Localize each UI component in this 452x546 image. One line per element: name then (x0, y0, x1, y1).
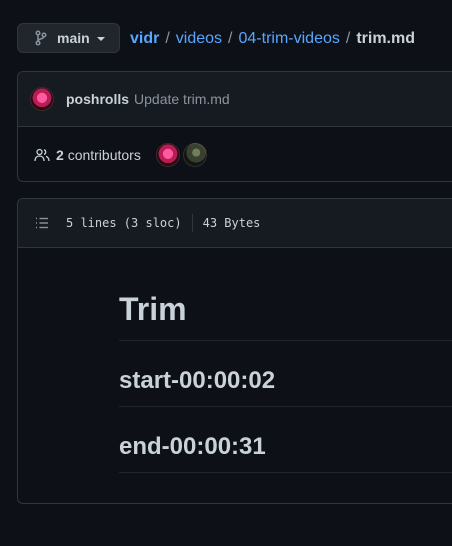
branch-name: main (57, 30, 90, 46)
markdown-heading-h2: end-00:00:31 (119, 407, 452, 473)
contributor-avatars (155, 143, 207, 167)
git-branch-icon (34, 30, 48, 46)
author-avatar[interactable] (30, 87, 54, 111)
people-icon (34, 147, 50, 163)
breadcrumb-separator: / (165, 30, 170, 47)
commit-message-link[interactable]: Update trim.md (134, 91, 230, 107)
breadcrumb: vidr / videos / 04-trim-videos / trim.md (130, 30, 415, 48)
breadcrumb-repo-link[interactable]: vidr (130, 30, 159, 47)
breadcrumb-separator: / (228, 30, 233, 47)
markdown-heading-h1: Trim (119, 247, 452, 341)
file-size-info: 43 Bytes (202, 216, 261, 230)
breadcrumb-trim-videos-link[interactable]: 04-trim-videos (239, 30, 340, 47)
breadcrumb-separator: / (345, 30, 351, 47)
markdown-heading-h2: start-00:00:02 (119, 341, 452, 407)
contributors-count: 2 (56, 147, 64, 163)
latest-commit-row: poshrolls Update trim.md (18, 72, 452, 127)
commit-author-link[interactable]: poshrolls (66, 91, 129, 107)
chevron-down-icon (96, 37, 105, 41)
contributors-label: 2 contributors (56, 147, 141, 163)
branch-select-button[interactable]: main (17, 23, 120, 53)
divider (191, 214, 193, 232)
file-lines-info: 5 lines (3 sloc) (66, 216, 182, 230)
contributor-avatar[interactable] (182, 143, 207, 167)
file-viewer-box: 5 lines (3 sloc) 43 Bytes Trim start-00:… (17, 198, 452, 504)
breadcrumb-current-file: trim.md (356, 30, 415, 47)
outline-list-icon[interactable] (34, 215, 50, 231)
contributors-row[interactable]: 2 contributors (18, 127, 452, 183)
markdown-body: Trim start-00:00:02 end-00:00:31 (119, 247, 452, 473)
contributor-avatar[interactable] (155, 143, 180, 167)
file-header: 5 lines (3 sloc) 43 Bytes (18, 199, 452, 248)
breadcrumb-videos-link[interactable]: videos (176, 30, 222, 47)
contributors-text: contributors (67, 147, 141, 163)
commit-info-box: poshrolls Update trim.md 2 contributors (17, 71, 452, 182)
